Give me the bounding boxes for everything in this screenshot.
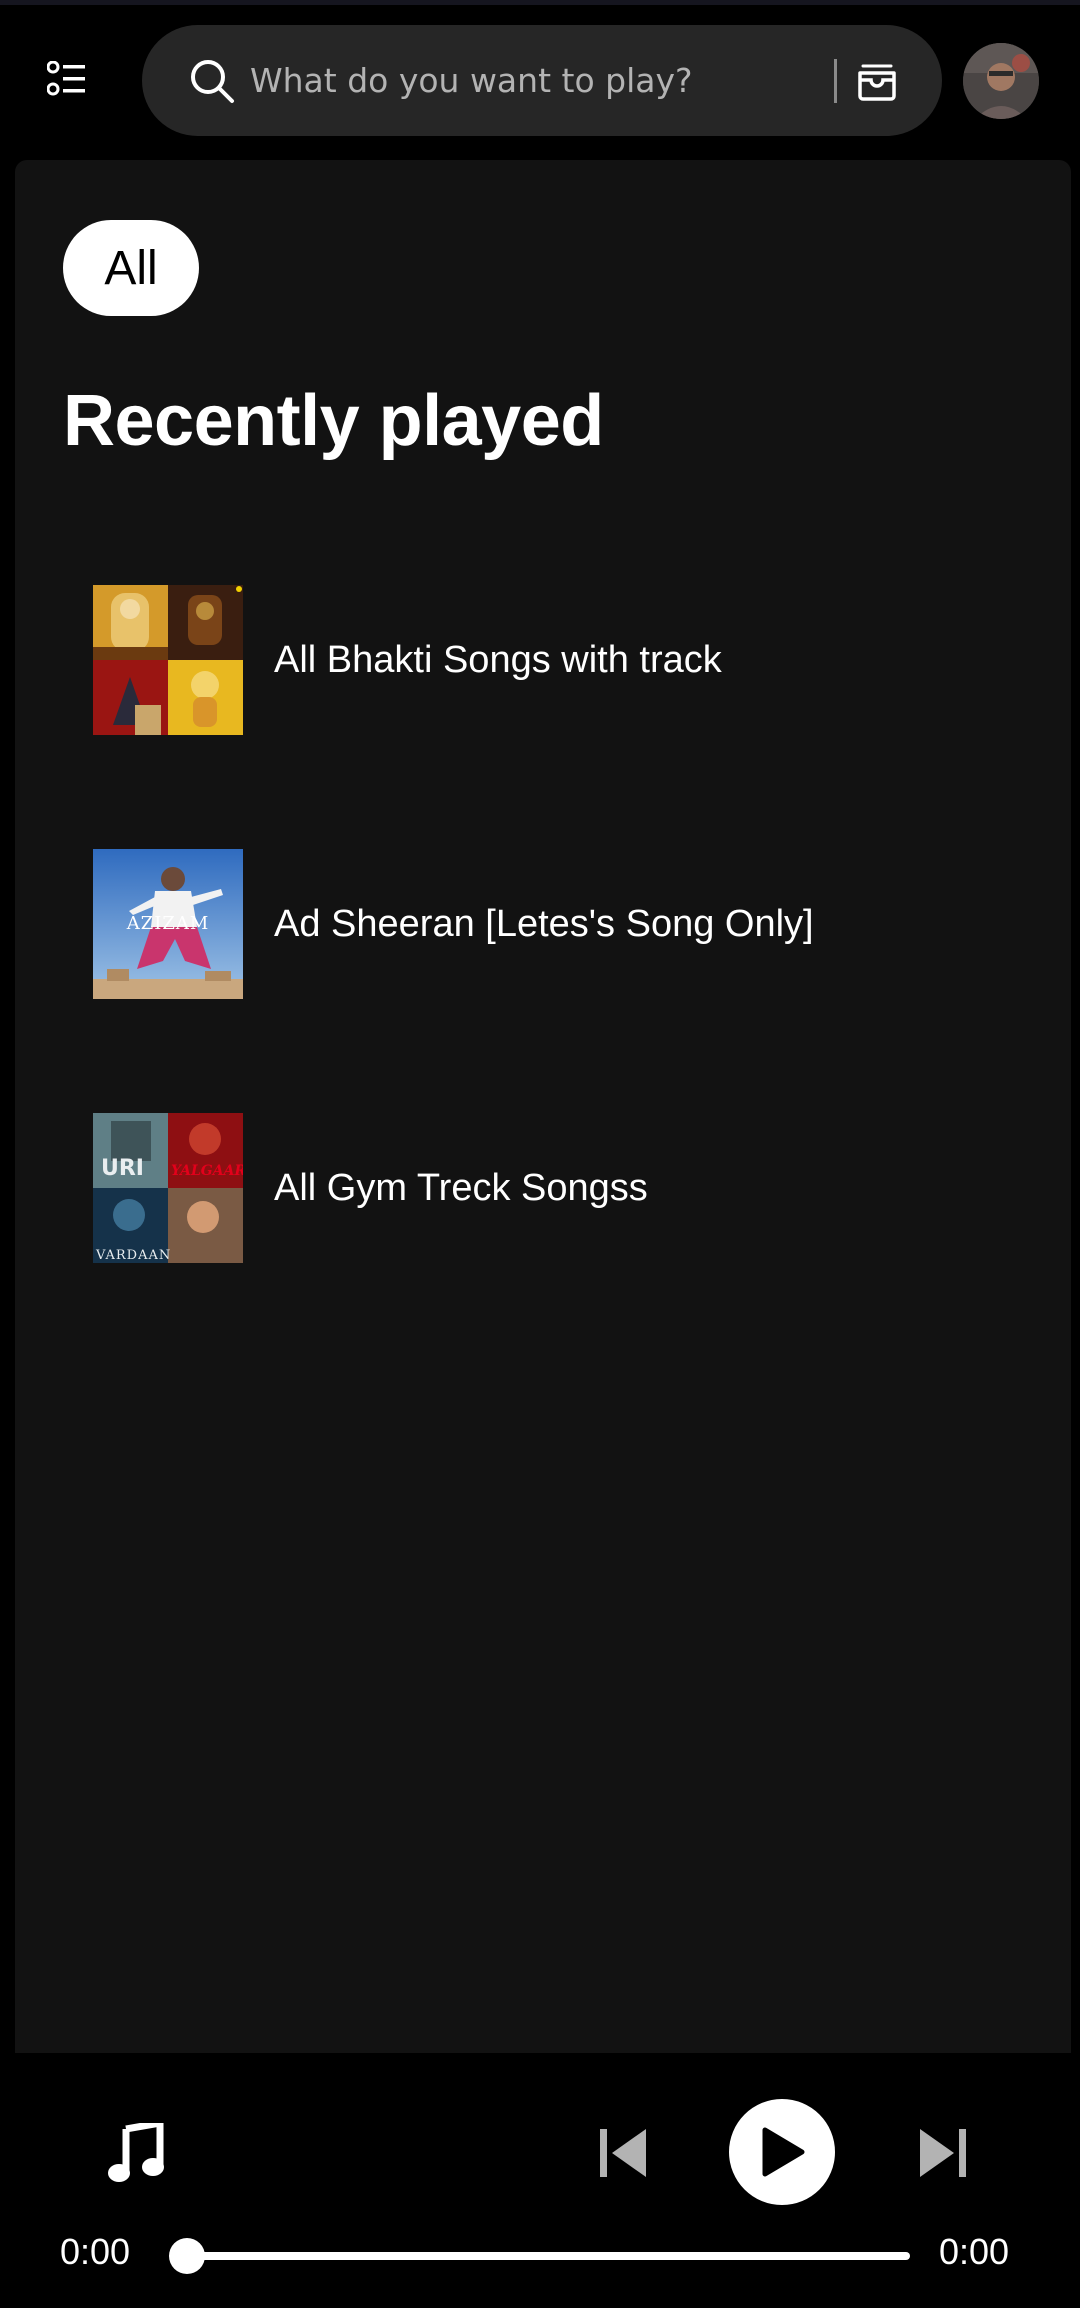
skip-previous-icon — [600, 2129, 646, 2177]
playlist-name: Ad Sheeran [Letes's Song Only] — [274, 902, 814, 945]
playlist-item[interactable]: All Bhakti Songs with track — [93, 584, 1053, 736]
play-button[interactable] — [729, 2099, 835, 2205]
cover-text: URI — [101, 1156, 144, 1181]
previous-button[interactable] — [598, 2125, 648, 2181]
progress-slider[interactable] — [188, 2252, 910, 2260]
cover-text: AZIZAM — [126, 913, 210, 934]
search-icon — [191, 60, 234, 103]
skip-next-icon — [920, 2129, 966, 2177]
progress-thumb[interactable] — [169, 2238, 205, 2274]
playlist-item[interactable]: URI YALGAAR VARDAAN All Gym Treck Songss — [93, 1112, 1053, 1264]
now-playing-button[interactable] — [108, 2119, 164, 2185]
cover-text: VARDAAN — [95, 1248, 171, 1263]
search-input[interactable] — [248, 45, 848, 115]
playlist-cover — [93, 585, 243, 735]
avatar[interactable] — [963, 43, 1039, 119]
playlist-name: All Bhakti Songs with track — [274, 638, 722, 681]
section-title-recently-played: Recently played — [63, 381, 604, 461]
library-menu-button[interactable] — [40, 52, 94, 106]
total-time: 0:00 — [939, 2231, 1010, 2272]
search-divider — [834, 59, 837, 103]
playlist-cover: AZIZAM — [93, 849, 243, 999]
cover-text: YALGAAR — [171, 1163, 243, 1179]
top-bar — [0, 0, 1080, 160]
main-panel: All Recently played All Bhakti Songs wit… — [15, 160, 1071, 2053]
playlist-name: All Gym Treck Songss — [274, 1166, 648, 1209]
library-list-icon — [47, 61, 85, 96]
music-note-icon — [108, 2119, 164, 2182]
filter-chip-all[interactable]: All — [63, 220, 199, 316]
browse-icon — [858, 64, 896, 101]
browse-button[interactable] — [850, 55, 904, 109]
playlist-cover: URI YALGAAR VARDAAN — [93, 1113, 243, 1263]
playlist-item[interactable]: AZIZAM Ad Sheeran [Letes's Song Only] — [93, 848, 1053, 1000]
elapsed-time: 0:00 — [60, 2231, 131, 2272]
play-icon — [762, 2127, 805, 2177]
search-bar[interactable] — [142, 25, 942, 136]
player-bar: 0:00 0:00 — [0, 2053, 1080, 2308]
next-button[interactable] — [918, 2125, 968, 2181]
avatar-image — [963, 43, 1039, 119]
